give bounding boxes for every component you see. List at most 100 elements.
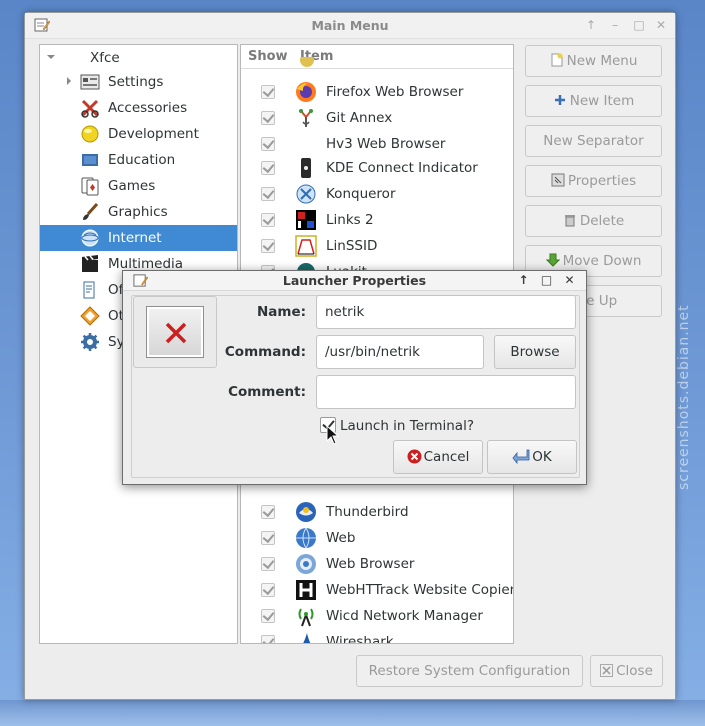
- list-item[interactable]: [241, 57, 513, 71]
- arrow-up-icon[interactable]: ↑: [516, 273, 531, 288]
- links-icon: [296, 210, 316, 230]
- list-item[interactable]: Git Annex: [241, 105, 513, 131]
- minimize-icon[interactable]: –: [607, 17, 623, 33]
- plus-icon: [554, 95, 565, 105]
- list-item[interactable]: KDE Connect Indicator: [241, 155, 513, 181]
- chevron-right-icon[interactable]: [64, 76, 74, 86]
- window-titlebar[interactable]: Main Menu ↑ – □ ✕: [25, 13, 675, 39]
- multimedia-icon: [82, 255, 98, 272]
- show-checkbox[interactable]: [261, 187, 275, 201]
- graphics-icon: [83, 202, 99, 220]
- list-item[interactable]: Web: [241, 525, 513, 551]
- games-icon: [81, 177, 99, 196]
- close-button[interactable]: Close: [590, 655, 663, 687]
- comment-field[interactable]: [316, 375, 576, 409]
- show-checkbox[interactable]: [261, 213, 275, 227]
- cancel-icon: [407, 449, 422, 464]
- close-icon[interactable]: ✕: [562, 273, 577, 288]
- web-icon: [296, 527, 316, 549]
- list-item[interactable]: Wireshark: [241, 629, 513, 644]
- mouse-pointer-icon: [326, 425, 340, 445]
- show-checkbox[interactable]: [261, 635, 275, 643]
- list-item-label: Wireshark: [326, 634, 394, 644]
- button-label: Close: [616, 663, 653, 679]
- close-icon[interactable]: ✕: [653, 17, 669, 33]
- list-item-label: WebHTTrack Website Copier: [326, 582, 514, 598]
- button-label: Move Down: [562, 253, 642, 269]
- show-checkbox[interactable]: [261, 85, 275, 99]
- list-item[interactable]: Thunderbird: [241, 499, 513, 525]
- list-item-label: Thunderbird: [326, 504, 409, 520]
- show-checkbox[interactable]: [261, 505, 275, 519]
- list-item[interactable]: Konqueror: [241, 181, 513, 207]
- name-label: Name:: [256, 304, 306, 320]
- command-field[interactable]: [316, 335, 484, 369]
- show-checkbox[interactable]: [261, 583, 275, 597]
- button-label: Browse: [510, 344, 560, 360]
- show-checkbox[interactable]: [261, 557, 275, 571]
- tree-item-label: Internet: [108, 230, 162, 246]
- list-item[interactable]: WebHTTrack Website Copier: [241, 577, 513, 603]
- development-icon: [81, 125, 99, 143]
- new-menu-button[interactable]: New Menu: [525, 45, 662, 77]
- show-checkbox[interactable]: [261, 137, 275, 151]
- firefox-icon: [296, 82, 316, 102]
- dialog-titlebar[interactable]: Launcher Properties ↑ □ ✕: [123, 271, 586, 291]
- list-item-label: LinSSID: [326, 238, 378, 254]
- tree-item-games[interactable]: Games: [40, 173, 237, 199]
- tree-item-graphics[interactable]: Graphics: [40, 199, 237, 225]
- list-item[interactable]: Firefox Web Browser: [241, 79, 513, 105]
- kdeconnect-icon: [301, 158, 311, 178]
- launcher-properties-dialog: Launcher Properties ↑ □ ✕ Name: Command:…: [122, 270, 587, 485]
- tree-item-internet[interactable]: Internet: [40, 225, 237, 251]
- tree-item-accessories[interactable]: Accessories: [40, 95, 237, 121]
- list-item-label: Git Annex: [326, 110, 393, 126]
- cancel-button[interactable]: Cancel: [393, 440, 483, 474]
- list-item[interactable]: Hv3 Web Browser: [241, 131, 513, 157]
- new-separator-button[interactable]: New Separator: [525, 125, 662, 157]
- show-checkbox[interactable]: [261, 161, 275, 175]
- tree-item-xfce[interactable]: Xfce: [40, 45, 237, 71]
- education-icon: [82, 154, 98, 166]
- restore-system-configuration-button[interactable]: Restore System Configuration: [356, 655, 583, 687]
- tree-item-settings[interactable]: Settings: [40, 69, 237, 95]
- desktop-background: [0, 700, 705, 726]
- konqueror-icon: [296, 184, 316, 204]
- show-checkbox[interactable]: [261, 531, 275, 545]
- arrow-up-icon[interactable]: ↑: [583, 17, 599, 33]
- accessories-icon: [81, 99, 99, 118]
- tree-item-education[interactable]: Education: [40, 147, 237, 173]
- show-checkbox[interactable]: [261, 239, 275, 253]
- show-checkbox[interactable]: [261, 609, 275, 623]
- command-label: Command:: [224, 344, 306, 360]
- window-title: Main Menu: [311, 18, 389, 33]
- missing-icon-x-icon: [165, 322, 187, 344]
- tree-item-development[interactable]: Development: [40, 121, 237, 147]
- browse-button[interactable]: Browse: [494, 335, 576, 369]
- new-item-button[interactable]: New Item: [525, 85, 662, 117]
- system-icon: [81, 333, 99, 351]
- launch-in-terminal-label[interactable]: Launch in Terminal?: [340, 418, 474, 434]
- maximize-icon[interactable]: □: [539, 273, 554, 288]
- properties-button[interactable]: Properties: [525, 165, 662, 197]
- properties-icon: [551, 173, 565, 187]
- name-field[interactable]: [316, 295, 576, 329]
- list-item[interactable]: Wicd Network Manager: [241, 603, 513, 629]
- arrow-down-icon: [545, 253, 560, 267]
- button-label: New Item: [569, 93, 635, 109]
- tree-item-label: Education: [108, 152, 176, 168]
- button-label: OK: [532, 449, 552, 465]
- show-checkbox[interactable]: [261, 111, 275, 125]
- delete-button[interactable]: Delete: [525, 205, 662, 237]
- list-item[interactable]: LinSSID: [241, 233, 513, 259]
- button-label: Restore System Configuration: [368, 663, 571, 679]
- list-item-label: Web Browser: [326, 556, 415, 572]
- maximize-icon[interactable]: □: [631, 17, 647, 33]
- list-item[interactable]: Web Browser: [241, 551, 513, 577]
- ok-button[interactable]: OK: [487, 440, 577, 474]
- gear-icon: [300, 57, 314, 67]
- list-item[interactable]: Links 2: [241, 207, 513, 233]
- list-item-label: Links 2: [326, 212, 374, 228]
- chevron-down-icon[interactable]: [46, 52, 56, 62]
- linssid-icon: [295, 235, 317, 257]
